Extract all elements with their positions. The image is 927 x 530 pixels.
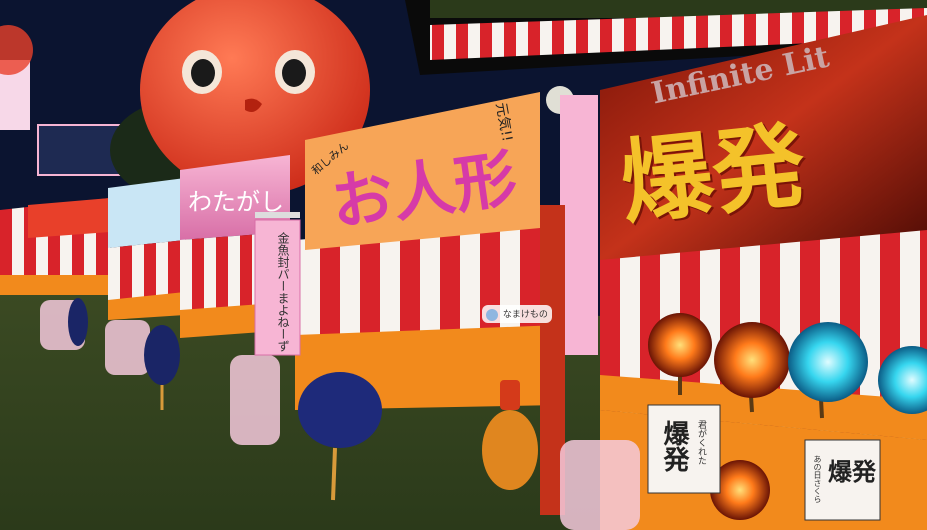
player-name: なまけもの	[502, 310, 548, 320]
stall-lightblue	[108, 178, 185, 320]
stall-far-left	[0, 198, 110, 295]
signboard-2-big: 爆発	[828, 458, 876, 486]
distant-sign-left	[0, 25, 33, 130]
game-scene: お人形 元気!! 和しみん わたがし Infinite Lit 爆発 金魚封パー…	[0, 0, 927, 530]
player-nametag[interactable]: なまけもの	[482, 305, 552, 323]
signboard-1-small: 君がくれた	[696, 420, 706, 465]
vertical-banner-text: 金魚封パーまよねーず	[276, 232, 290, 352]
avatar	[486, 308, 498, 321]
bakuhatsu-banner-jp: 爆発	[615, 111, 810, 238]
signboard-1-big: 爆発	[659, 420, 689, 472]
signboard-2-small: あの日さくら	[813, 455, 822, 503]
watagashi-sign-title: わたがし	[188, 188, 284, 216]
